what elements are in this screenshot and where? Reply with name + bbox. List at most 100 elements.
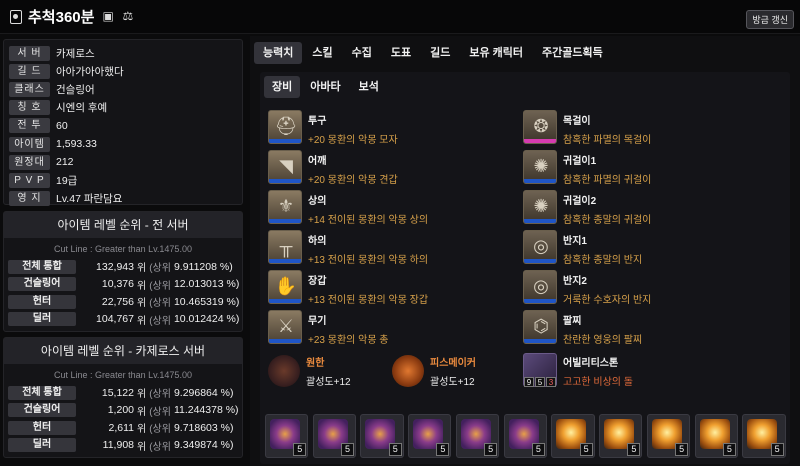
- rank-row: 전체 통합 15,122 위 (상위 9.296864 %): [4, 384, 242, 402]
- info-value: 시엔의 후예: [56, 102, 108, 115]
- equipment-slot[interactable]: ╥: [268, 230, 302, 264]
- ranking-server: 아이템 레벨 순위 - 카제로스 서버 Cut Line : Greater t…: [3, 337, 243, 458]
- info-label: 아이템: [9, 136, 50, 152]
- engraving[interactable]: 원한 괄성도+12: [268, 354, 351, 388]
- subtab-3[interactable]: 보석: [351, 76, 387, 98]
- equipment-slot[interactable]: ❂: [523, 110, 557, 144]
- equipment-item[interactable]: ✺ 귀걸이2 참혹한 종말의 귀걸이: [523, 190, 651, 226]
- rank-percentile: 9.349874 %): [173, 439, 234, 452]
- equipment-desc: +23 몽환의 악몽 총: [308, 335, 389, 346]
- equipment-slot[interactable]: ◥: [268, 150, 302, 184]
- equipment-item[interactable]: ⌬ 팔찌 찬란한 영웅의 팔찌: [523, 310, 642, 346]
- rank-unit: 위: [137, 424, 147, 436]
- equipment-item[interactable]: ✋ 장갑 +13 전이된 몽환의 악몽 장갑: [268, 270, 428, 306]
- rank-percentile: 9.296864 %): [173, 386, 234, 399]
- equipment-item[interactable]: ✺ 귀걸이1 참혹한 파멸의 귀걸이: [523, 150, 651, 186]
- equipment-item[interactable]: ╥ 하의 +13 전이된 몽환의 악몽 하의: [268, 230, 428, 266]
- equipment-slot[interactable]: ✺: [523, 150, 557, 184]
- jewel-slot[interactable]: 5: [265, 414, 309, 458]
- rank-unit: 위: [137, 298, 147, 310]
- equipment-slot[interactable]: ◎: [523, 270, 557, 304]
- rank-upper-label: (상위: [149, 315, 171, 327]
- equipment-item[interactable]: ❂ 목걸이 참혹한 파멸의 목걸이: [523, 110, 651, 146]
- equipment-slot[interactable]: ⚔: [268, 310, 302, 344]
- equipment-item[interactable]: ◎ 반지2 거룩한 수호자의 반지: [523, 270, 651, 306]
- engraving-text: 피스메이커 괄성도+12: [430, 354, 476, 388]
- rank-percentile: 12.013013 %): [173, 278, 240, 291]
- engraving[interactable]: 피스메이커 괄성도+12: [392, 354, 476, 388]
- jewel-slot[interactable]: 5: [408, 414, 452, 458]
- subtab-1[interactable]: 장비: [264, 76, 301, 98]
- rank-position: 22,756: [101, 295, 134, 308]
- tab-5[interactable]: 길드: [421, 42, 459, 64]
- bracelet-icon: ⌬: [533, 316, 549, 336]
- jewel-level: 5: [675, 443, 689, 456]
- equipment-text: 반지1 참혹한 종말의 반지: [563, 230, 642, 266]
- jewel-slot[interactable]: 5: [742, 414, 786, 458]
- equipment-item[interactable]: ⚜ 상의 +14 전이된 몽환의 악몽 상의: [268, 190, 428, 226]
- equipment-item[interactable]: ⛑ 투구 +20 몽환의 악몽 모자: [268, 110, 398, 146]
- rank-upper-label: (상위: [149, 298, 171, 310]
- tab-2[interactable]: 스킬: [303, 42, 341, 64]
- subtab-2[interactable]: 아바타: [302, 76, 348, 98]
- jewel-slot[interactable]: 5: [551, 414, 595, 458]
- rank-row: 건슬링어 1,200 위 (상위 11.244378 %): [4, 402, 242, 420]
- equipment-slot[interactable]: ✺: [523, 190, 557, 224]
- info-row: 클래스 건슬링어: [9, 80, 237, 98]
- id-card-icon[interactable]: ▣: [102, 10, 116, 22]
- equipment-text: 투구 +20 몽환의 악몽 모자: [308, 110, 398, 146]
- jewel-slot[interactable]: 5: [646, 414, 691, 458]
- jewel-slot[interactable]: 5: [599, 414, 643, 458]
- equipment-item[interactable]: ◥ 어깨 +20 몽환의 악몽 견갑: [268, 150, 398, 186]
- equipment-slot[interactable]: ⌬: [523, 310, 557, 344]
- rank-percentile: 9.911208 %): [173, 260, 233, 273]
- info-label: 길 드: [9, 63, 50, 79]
- tab-7[interactable]: 주간골드획득: [533, 42, 612, 64]
- rank-category-label: 딜러: [8, 312, 76, 327]
- equipment-slot[interactable]: ⛑: [268, 110, 302, 144]
- jewel-slot[interactable]: 5: [694, 414, 738, 458]
- top-header: 추척360분 ▣ ⚖ 방금 갱신: [0, 0, 800, 34]
- equipment-slot[interactable]: ✋: [268, 270, 302, 304]
- equipment-slot[interactable]: ◎: [523, 230, 557, 264]
- info-label: 칭 호: [9, 100, 50, 116]
- tab-3[interactable]: 수집: [343, 42, 381, 64]
- jewel-level: 5: [293, 443, 307, 456]
- rank-category-label: 전체 통합: [8, 385, 76, 400]
- ring-icon: ◎: [533, 276, 549, 296]
- info-value: Lv.47 파란담요: [56, 193, 123, 206]
- equipment-item[interactable]: ⚔ 무기 +23 몽환의 악몽 총: [268, 310, 389, 346]
- info-row: P V P 19급: [9, 171, 237, 189]
- ability-stone[interactable]: 9 5 3 어빌리티스톤 고고한 비상의 돌: [523, 352, 633, 388]
- equipment-slot[interactable]: ⚜: [268, 190, 302, 224]
- tab-6[interactable]: 보유 캐릭터: [460, 42, 532, 64]
- equipment-item[interactable]: ◎ 반지1 참혹한 종말의 반지: [523, 230, 642, 266]
- rank-position: 2,611: [108, 421, 135, 434]
- refresh-button[interactable]: 방금 갱신: [746, 10, 794, 29]
- stone-badge: 9: [524, 377, 534, 387]
- jewel-slot[interactable]: 5: [455, 414, 500, 458]
- tab-1[interactable]: 능력치: [254, 42, 303, 64]
- jewel-slot[interactable]: 5: [503, 414, 547, 458]
- rank-unit: 위: [137, 263, 147, 275]
- bookmark-icon[interactable]: [10, 9, 22, 24]
- jewel-slot[interactable]: 5: [312, 414, 356, 458]
- rank-position: 10,376: [101, 278, 134, 291]
- scale-icon[interactable]: ⚖: [122, 10, 136, 22]
- main-tabs: 능력치 스킬 수집 도표 길드 보유 캐릭터 주간골드획득: [254, 42, 613, 64]
- equipment-name: 반지2: [563, 276, 587, 287]
- equipment-desc: 참혹한 파멸의 목걸이: [563, 135, 652, 146]
- jewel-slot[interactable]: 5: [360, 414, 404, 458]
- stone-badge: 3: [546, 377, 556, 387]
- ability-stone-icon: 953: [523, 353, 557, 387]
- rank-category-label: 딜러: [8, 438, 76, 453]
- info-row: 칭 호 시엔의 후예: [9, 99, 237, 117]
- ring-icon: ◎: [533, 236, 549, 256]
- rank-unit: 위: [137, 441, 147, 453]
- ability-stone-desc: 고고한 비상의 돌: [563, 377, 633, 388]
- jewel-bar: 5 5 5 5 5 5 5 5 5 5 5: [260, 408, 790, 464]
- equipment-panel: 장비 아바타 보석 ⛑ 투구 +20 몽환의 악몽 모자 ◥ 어깨 +20 몽환의 악몽 견갑…: [260, 72, 790, 434]
- tab-4[interactable]: 도표: [382, 42, 420, 64]
- rank-upper-label: (상위: [149, 263, 171, 275]
- info-label: 서 버: [9, 45, 50, 61]
